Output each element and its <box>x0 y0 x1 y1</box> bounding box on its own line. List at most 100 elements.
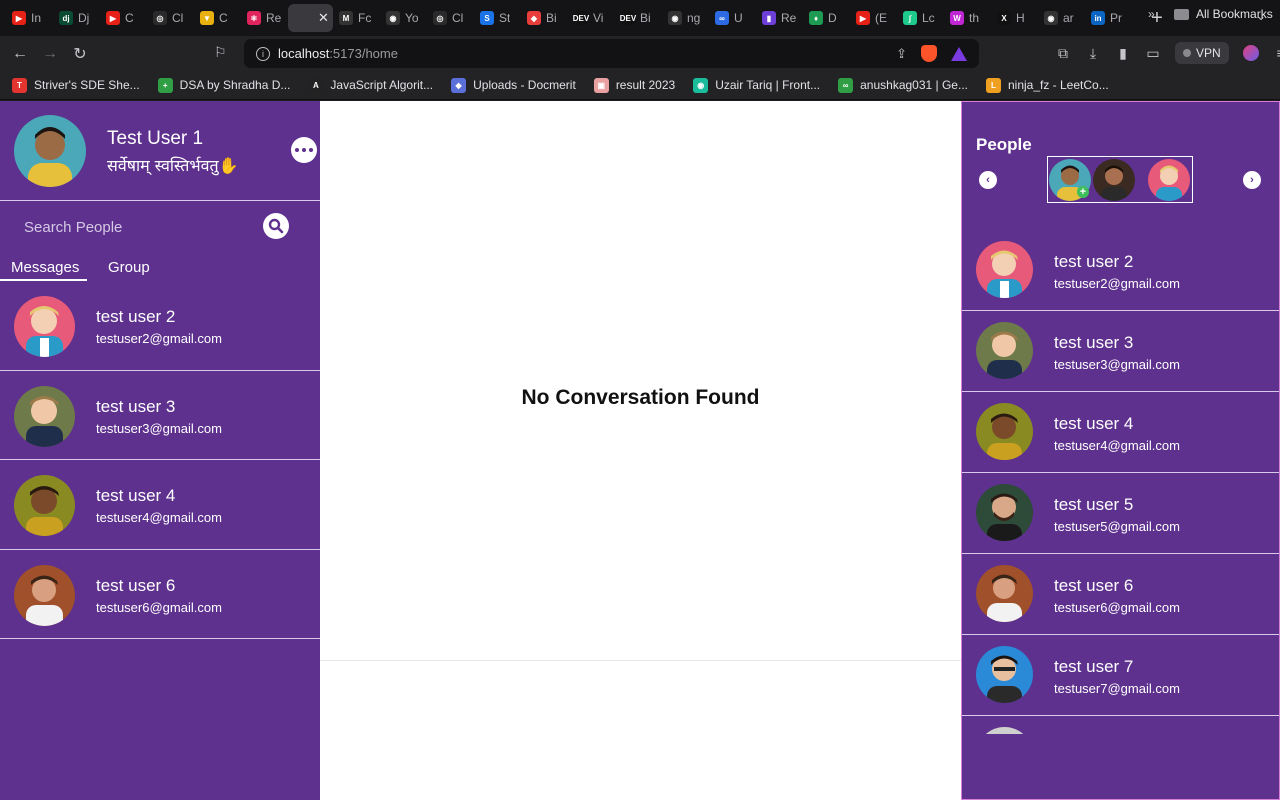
carousel-avatar[interactable] <box>1093 159 1135 201</box>
bookmark-item[interactable]: ◆ Uploads - Docmerit <box>451 77 576 93</box>
site-info-icon[interactable]: i <box>256 46 270 61</box>
add-person-icon[interactable]: + <box>1077 186 1089 198</box>
share-icon[interactable]: ⇪ <box>896 46 907 62</box>
person-email: testuser3@gmail.com <box>1054 357 1180 372</box>
more-options-button[interactable] <box>291 137 317 163</box>
bookmark-item[interactable]: A JavaScript Algorit... <box>308 77 433 93</box>
more-bookmarks-button[interactable]: » <box>1148 7 1155 21</box>
sidebar-toggle-icon[interactable]: ▮ <box>1115 45 1131 62</box>
browser-tab[interactable]: M Fc <box>333 4 380 32</box>
close-tab-icon[interactable]: ✕ <box>318 10 329 26</box>
search-people-input[interactable] <box>12 213 252 241</box>
bookmark-item[interactable]: T Striver's SDE She... <box>12 77 140 93</box>
browser-tab[interactable]: Cl✕ <box>288 4 333 32</box>
browser-tab[interactable]: ◉ ar <box>1038 4 1085 32</box>
contact-item[interactable]: test user 6 testuser6@gmail.com <box>0 550 320 639</box>
person-item[interactable]: test user 7 testuser7@gmail.com <box>962 635 1279 716</box>
browser-tab[interactable]: ◎ Cl <box>147 4 194 32</box>
carousel-prev-icon[interactable]: ‹ <box>979 171 997 189</box>
tab-favicon-icon <box>294 11 308 25</box>
browser-tab[interactable]: ▶ In <box>6 4 53 32</box>
person-item-partial[interactable] <box>962 716 1279 734</box>
tab-title: H <box>1016 11 1025 25</box>
contact-item[interactable]: test user 2 testuser2@gmail.com <box>0 281 320 371</box>
person-avatar <box>976 565 1033 622</box>
vpn-status-icon <box>1183 49 1191 57</box>
browser-tab[interactable]: ♦ D <box>803 4 850 32</box>
person-item[interactable]: test user 3 testuser3@gmail.com <box>962 311 1279 392</box>
contact-name: test user 3 <box>96 396 176 416</box>
contact-avatar <box>14 564 75 626</box>
person-item[interactable]: test user 6 testuser6@gmail.com <box>962 554 1279 635</box>
browser-tab[interactable]: dj Dj <box>53 4 100 32</box>
address-bar[interactable]: i localhost:5173/home ⇪ <box>244 39 979 68</box>
bookmark-item[interactable]: ▣ result 2023 <box>593 77 676 93</box>
browser-tab[interactable]: ▼ C <box>194 4 241 32</box>
menu-icon[interactable]: ≡ <box>1273 45 1280 61</box>
contact-name: test user 2 <box>96 307 176 326</box>
tab-group[interactable]: Group <box>108 259 150 276</box>
browser-tab[interactable]: ◉ ng <box>662 4 709 32</box>
bookmark-label: anushkag031 | Ge... <box>860 78 968 92</box>
browser-tab[interactable]: DEV Vi <box>568 4 615 32</box>
conversation-panel: No Conversation Found <box>320 101 961 800</box>
vpn-button[interactable]: VPN <box>1175 42 1229 64</box>
tab-title: Re <box>266 11 282 25</box>
all-bookmarks-button[interactable]: All Bookmarks <box>1174 7 1273 21</box>
forward-icon[interactable]: → <box>35 45 65 63</box>
tab-favicon-icon: in <box>1091 11 1105 25</box>
bookmark-item[interactable]: ◉ Uzair Tariq | Front... <box>693 77 820 93</box>
browser-tab[interactable]: Wth <box>944 4 991 32</box>
person-email: testuser5@gmail.com <box>1054 519 1180 534</box>
reload-icon[interactable]: ↻ <box>65 44 95 64</box>
bookmark-label: result 2023 <box>615 78 676 92</box>
wallet-icon[interactable]: ▭ <box>1145 45 1161 62</box>
person-email: testuser2@gmail.com <box>1054 276 1180 291</box>
contact-item[interactable]: test user 4 testuser4@gmail.com <box>0 460 320 550</box>
bookmark-item[interactable]: Lninja_fz - LeetCo... <box>985 77 1109 93</box>
person-item[interactable]: test user 2 testuser2@gmail.com <box>962 230 1279 311</box>
person-item[interactable]: test user 5 testuser5@gmail.com <box>962 473 1279 554</box>
carousel-avatar[interactable] <box>1148 159 1190 201</box>
bookmark-item[interactable]: ∞ anushkag031 | Ge... <box>838 77 968 93</box>
browser-tab[interactable]: ◆ Bi <box>521 4 568 32</box>
person-item[interactable]: test user 4 testuser4@gmail.com <box>962 392 1279 473</box>
tab-favicon-icon: W <box>950 11 964 25</box>
extensions-icon[interactable]: ⧉ <box>1055 45 1071 62</box>
back-icon[interactable]: ← <box>5 45 35 63</box>
browser-tab[interactable]: ▶ (E <box>850 4 897 32</box>
tab-favicon-icon: ▶ <box>856 11 870 25</box>
bookmark-label: DSA by Shradha D... <box>179 78 291 92</box>
browser-tab[interactable]: ◉ Yo <box>380 4 427 32</box>
browser-tab[interactable]: ▮ Re <box>756 4 803 32</box>
browser-tab[interactable]: ∞ U <box>709 4 756 32</box>
bookmark-item[interactable]: + DSA by Shradha D... <box>157 77 291 93</box>
downloads-icon[interactable]: ⤓ <box>1085 45 1101 62</box>
tab-title: (E <box>875 11 887 25</box>
contact-item[interactable]: test user 3 testuser3@gmail.com <box>0 371 320 460</box>
current-user-avatar[interactable] <box>14 115 86 187</box>
browser-tab[interactable]: DEV Bi <box>615 4 662 32</box>
new-tab-button[interactable]: + <box>1142 7 1172 30</box>
browser-tab[interactable]: XH <box>991 4 1038 32</box>
browser-tab[interactable]: ∫ Lc <box>897 4 944 32</box>
browser-tab[interactable]: ⚛ Re <box>241 4 288 32</box>
tab-title: Yo <box>405 11 419 25</box>
tab-title: Pr <box>1110 11 1122 25</box>
tab-messages[interactable]: Messages <box>11 259 79 276</box>
bookmark-favicon-icon: + <box>157 77 173 93</box>
person-name: test user 5 <box>1054 495 1134 514</box>
contact-name: test user 6 <box>96 575 176 595</box>
brave-rewards-icon[interactable] <box>951 46 967 61</box>
browser-tab[interactable]: ▶ C <box>100 4 147 32</box>
bookmark-page-icon[interactable]: ⚐ <box>214 44 227 61</box>
tab-title: Cl <box>452 11 464 25</box>
browser-tab[interactable]: ◎ Cl <box>427 4 474 32</box>
tab-title: Re <box>781 11 797 25</box>
browser-tab[interactable]: in Pr <box>1085 4 1132 32</box>
profile-avatar[interactable] <box>1242 45 1259 61</box>
brave-shields-icon[interactable] <box>921 45 937 62</box>
browser-tab[interactable]: S St <box>474 4 521 32</box>
carousel-next-icon[interactable]: › <box>1243 171 1261 189</box>
search-button[interactable] <box>263 213 289 239</box>
